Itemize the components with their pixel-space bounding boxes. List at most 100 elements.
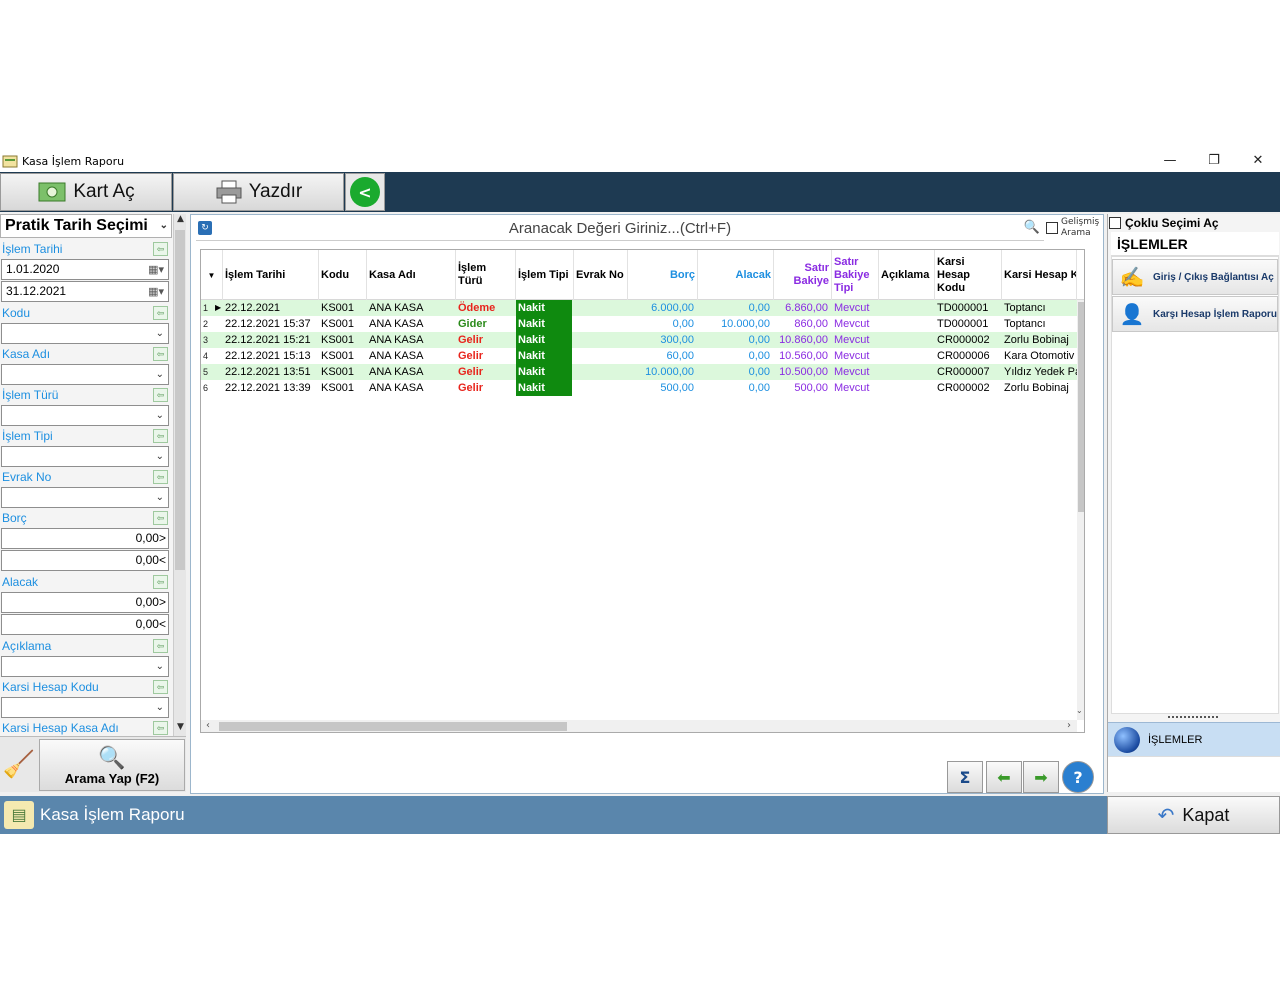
nav-empty-area — [1108, 756, 1280, 792]
header-karsi-hesap-kodu[interactable]: Karsi Hesap Kodu — [935, 250, 1002, 300]
quick-date-select[interactable]: Pratik Tarih Seçimi ⌄ — [0, 214, 172, 238]
table-row[interactable]: 3 22.12.2021 15:21 KS001 ANA KASA Gelir Nakit… — [201, 332, 1077, 348]
help-button[interactable]: ? — [1062, 761, 1094, 793]
table-row[interactable]: 6 22.12.2021 13:39 KS001 ANA KASA Gelir Nakit… — [201, 380, 1077, 396]
islem-turu-select[interactable]: ⌄ — [1, 405, 169, 426]
clear-filter-icon[interactable]: ⇦ — [153, 639, 168, 653]
clear-filter-icon[interactable]: ⇦ — [153, 306, 168, 320]
header-kasa-adi[interactable]: Kasa Adı — [367, 250, 456, 300]
alacak-max-field[interactable]: 0,00< — [1, 614, 169, 635]
scroll-up-icon[interactable]: ▲ — [174, 214, 187, 224]
date-from-field[interactable]: 1.01.2020 ▦▾ — [1, 259, 169, 280]
cell-tur: Gelir — [458, 334, 484, 346]
header-aciklama[interactable]: Açıklama — [879, 250, 935, 300]
cell-kodu: KS001 — [321, 302, 355, 314]
multi-select-checkbox[interactable] — [1109, 217, 1121, 229]
scroll-thumb[interactable] — [175, 230, 185, 570]
search-button[interactable]: 🔍 Arama Yap (F2) — [39, 739, 185, 791]
filter-label-kodu: Kodu ⇦ — [2, 304, 170, 322]
aciklama-select[interactable]: ⌄ — [1, 656, 169, 677]
restore-button[interactable]: ❐ — [1192, 150, 1236, 172]
table-row[interactable]: 4 22.12.2021 15:13 KS001 ANA KASA Gelir Nakit… — [201, 348, 1077, 364]
clear-filter-icon[interactable]: ⇦ — [153, 429, 168, 443]
grid-search-bar[interactable]: Aranacak Değeri Giriniz...(Ctrl+F) ↻ 🔍 — [196, 217, 1044, 241]
clear-filter-icon[interactable]: ⇦ — [153, 470, 168, 484]
header-kodu[interactable]: Kodu — [319, 250, 367, 300]
islem-tipi-select[interactable]: ⌄ — [1, 446, 169, 467]
next-page-button[interactable]: ➡ — [1023, 761, 1059, 793]
header-islem-tarihi[interactable]: İşlem Tarihi — [223, 250, 319, 300]
borc-min-field[interactable]: 0,00> — [1, 528, 169, 549]
refresh-icon[interactable]: ↻ — [198, 221, 212, 235]
clear-filter-icon[interactable]: ⇦ — [153, 575, 168, 589]
share-button[interactable]: < — [345, 173, 385, 211]
calendar-icon[interactable]: ▦▾ — [148, 283, 164, 302]
karsi-hesap-kodu-select[interactable]: ⌄ — [1, 697, 169, 718]
header-karsi-hesap-kasa[interactable]: Karsi Hesap Kas — [1002, 250, 1077, 300]
nav-item-islemler[interactable]: İŞLEMLER — [1108, 722, 1280, 756]
header-islem-tipi[interactable]: İşlem Tipi — [516, 250, 574, 300]
header-satir-bakiye[interactable]: Satır Bakiye — [774, 250, 832, 300]
clear-filter-icon[interactable]: ⇦ — [153, 388, 168, 402]
search-icon[interactable]: 🔍 — [1024, 220, 1040, 235]
filter-label-islem-turu: İşlem Türü ⇦ — [2, 386, 170, 404]
multi-select-toggle[interactable]: Çoklu Seçimi Aç — [1109, 215, 1219, 231]
scroll-down-icon[interactable]: ⌄ — [1076, 706, 1083, 715]
alacak-min-field[interactable]: 0,00> — [1, 592, 169, 613]
cell-alacak: 0,00 — [748, 334, 770, 346]
advanced-search-checkbox[interactable] — [1046, 222, 1058, 234]
open-card-button[interactable]: Kart Aç — [0, 173, 172, 211]
clear-filter-icon[interactable]: ⇦ — [153, 242, 168, 256]
scroll-left-icon[interactable]: ‹ — [206, 720, 210, 731]
header-borc[interactable]: Borç — [628, 250, 698, 300]
scroll-down-icon[interactable]: ▼ — [174, 722, 187, 732]
filter-label-aciklama: Açıklama ⇦ — [2, 637, 170, 655]
entry-exit-link-button[interactable]: ✍ Giriş / Çıkış Bağlantısı Aç — [1112, 259, 1278, 295]
header-evrak-no[interactable]: Evrak No — [574, 250, 628, 300]
cell-kh-kasa: Yıldız Yedek Pa — [1004, 366, 1077, 378]
close-form-button[interactable]: ↶ Kapat — [1107, 796, 1280, 834]
filter-scrollbar[interactable]: ▲ ▼ — [173, 214, 186, 736]
cell-bakiye-tipi: Mevcut — [834, 366, 870, 378]
grid-vertical-scrollbar[interactable]: ⌄ — [1076, 300, 1084, 720]
scroll-thumb[interactable] — [1078, 302, 1084, 512]
minimize-button[interactable]: — — [1148, 150, 1192, 172]
borc-max-field[interactable]: 0,00< — [1, 550, 169, 571]
table-row[interactable]: 5 22.12.2021 13:51 KS001 ANA KASA Gelir Nakit… — [201, 364, 1077, 380]
evrak-no-select[interactable]: ⌄ — [1, 487, 169, 508]
counter-account-report-button[interactable]: 👤 Karşı Hesap İşlem Raporu — [1112, 296, 1278, 332]
app-icon — [2, 155, 18, 168]
column-menu-icon[interactable]: ▼ — [201, 250, 223, 300]
cell-evrak — [574, 364, 628, 380]
print-button[interactable]: Yazdır — [173, 173, 344, 211]
grid-horizontal-scrollbar[interactable]: ‹ › — [201, 720, 1077, 732]
scroll-thumb[interactable] — [219, 722, 567, 731]
cell-no: 4 — [203, 351, 209, 361]
kodu-select[interactable]: ⌄ — [1, 323, 169, 344]
previous-page-button[interactable]: ⬅ — [986, 761, 1022, 793]
scroll-right-icon[interactable]: › — [1067, 720, 1071, 731]
clear-filter-icon[interactable]: ⇦ — [153, 721, 168, 735]
header-alacak[interactable]: Alacak — [698, 250, 774, 300]
advanced-label-line2: Arama — [1061, 228, 1091, 238]
table-row[interactable]: 2 22.12.2021 15:37 KS001 ANA KASA Gider Nakit… — [201, 316, 1077, 332]
clear-filter-icon[interactable]: ⇦ — [153, 347, 168, 361]
calendar-icon[interactable]: ▦▾ — [148, 261, 164, 280]
sum-button[interactable]: Σ — [947, 761, 983, 793]
kasa-adi-select[interactable]: ⌄ — [1, 364, 169, 385]
filter-label-text: Açıklama — [2, 639, 52, 653]
advanced-search-toggle[interactable]: Gelişmiş Arama — [1046, 217, 1102, 241]
cell-kh-kodu: CR000002 — [937, 382, 990, 394]
table-row[interactable]: 1 22.12.2021 KS001 ANA KASA Ödeme Nakit 6.000,… — [201, 300, 1077, 316]
clear-filter-icon[interactable]: ⇦ — [153, 680, 168, 694]
search-button-label: Arama Yap (F2) — [64, 771, 160, 786]
clear-filters-broom-icon[interactable]: 🧹 — [1, 739, 37, 791]
splitter-grip[interactable] — [1168, 716, 1218, 720]
cell-alacak: 0,00 — [748, 302, 770, 314]
header-satir-bakiye-tipi[interactable]: Satır Bakiye Tipi — [832, 250, 879, 300]
close-window-button[interactable]: ✕ — [1236, 150, 1280, 172]
header-islem-turu[interactable]: İşlem Türü — [456, 250, 516, 300]
date-to-field[interactable]: 31.12.2021 ▦▾ — [1, 281, 169, 302]
clear-filter-icon[interactable]: ⇦ — [153, 511, 168, 525]
cell-bakiye: 860,00 — [794, 318, 828, 330]
